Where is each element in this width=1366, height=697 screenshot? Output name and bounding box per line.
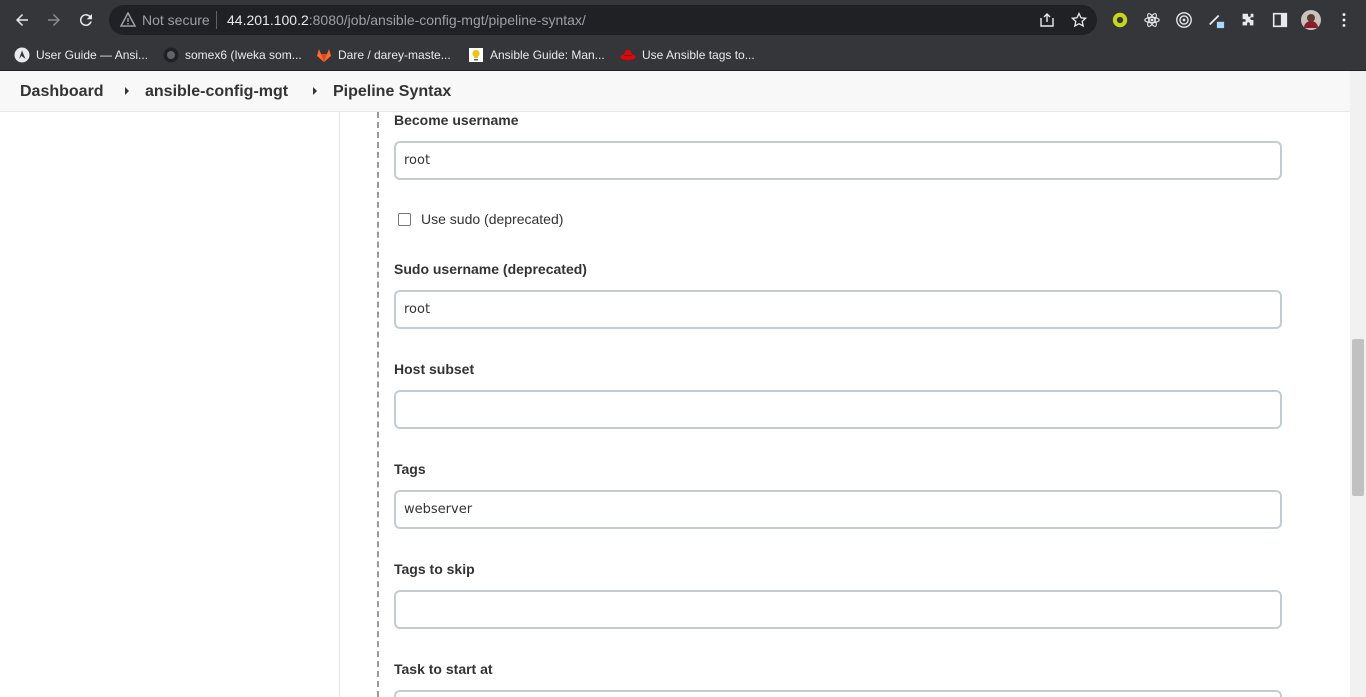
sudo-username-label: Sudo username (deprecated) [394,261,587,277]
bulb-icon [469,48,483,62]
use-sudo-label[interactable]: Use sudo (deprecated) [421,211,563,227]
section-dashed-border [377,112,379,697]
avatar[interactable] [1301,10,1321,30]
ansible-icon [14,47,30,63]
host-subset-input[interactable] [394,390,1282,429]
bookmark-label: Dare / darey-maste... [338,48,451,62]
reload-icon [79,14,92,27]
become-username-label: Become username [394,112,519,128]
bookmark-item[interactable]: User Guide — Ansi... [14,44,148,66]
bookmark-item[interactable]: Dare / darey-maste... [316,44,451,66]
forward-button[interactable] [42,8,66,32]
star-icon[interactable] [1071,12,1087,28]
become-username-input[interactable]: root [394,141,1282,180]
host-subset-label: Host subset [394,361,475,377]
back-button[interactable] [10,8,34,32]
url-text: 44.201.100.2:8080/job/ansible-config-mgt… [227,12,586,28]
breadcrumb-chevron-icon[interactable] [313,87,317,95]
bookmark-label: somex6 (Iweka som... [185,48,302,62]
reload-button[interactable] [74,8,98,32]
tags-input[interactable]: webserver [394,490,1282,529]
bookmark-label: Ansible Guide: Man... [490,48,605,62]
omnibox-separator [216,11,217,29]
task-to-start-label: Task to start at [394,661,493,677]
bookmarks-bar: User Guide — Ansi... somex6 (Iweka som..… [0,40,1366,71]
redhat-icon [620,50,636,60]
extension-yellow-icon[interactable] [1110,10,1130,30]
bookmark-label: Use Ansible tags to... [642,48,755,62]
github-icon [163,47,179,63]
gitlab-icon [317,49,331,62]
arrow-left-icon [16,14,28,26]
page-content: Dashboard ansible-config-mgt Pipeline Sy… [0,71,1366,697]
breadcrumb-chevron-icon[interactable] [125,87,129,95]
url-host: 44.201.100.2 [227,12,309,28]
browser-toolbar: Not secure 44.201.100.2:8080/job/ansible… [0,0,1366,40]
breadcrumb-dashboard[interactable]: Dashboard [20,82,104,102]
side-panel-icon[interactable] [1270,10,1290,30]
tags-to-skip-input[interactable] [394,590,1282,629]
target-icon[interactable] [1174,10,1194,30]
use-sudo-row[interactable]: Use sudo (deprecated) [398,211,563,227]
tags-label: Tags [394,461,426,477]
react-icon[interactable] [1142,10,1162,30]
bookmark-item[interactable]: somex6 (Iweka som... [163,44,302,66]
security-label: Not secure [142,12,210,28]
arrow-right-icon [48,14,60,26]
scrollbar-thumb[interactable] [1352,339,1364,496]
warning-icon [120,12,136,27]
breadcrumb-job[interactable]: ansible-config-mgt [145,82,288,102]
use-sudo-checkbox[interactable] [398,212,411,226]
breadcrumb: Dashboard ansible-config-mgt Pipeline Sy… [0,71,1350,112]
url-path: :8080/job/ansible-config-mgt/pipeline-sy… [308,12,586,28]
bookmark-label: User Guide — Ansi... [36,48,149,62]
share-icon[interactable] [1039,12,1055,28]
puzzle-icon[interactable] [1238,10,1258,30]
sidebar-divider [339,112,340,697]
breadcrumb-pipeline-syntax[interactable]: Pipeline Syntax [333,82,451,102]
task-to-start-input[interactable] [394,690,1282,697]
tags-to-skip-label: Tags to skip [394,561,475,577]
pen-extension-icon[interactable] [1206,10,1226,30]
sudo-username-input[interactable]: root [394,290,1282,329]
address-bar[interactable]: Not secure 44.201.100.2:8080/job/ansible… [109,5,1097,35]
bookmark-item[interactable]: Ansible Guide: Man... [468,44,605,66]
menu-kebab-icon[interactable] [1334,10,1354,30]
bookmark-item[interactable]: Use Ansible tags to... [620,44,755,66]
